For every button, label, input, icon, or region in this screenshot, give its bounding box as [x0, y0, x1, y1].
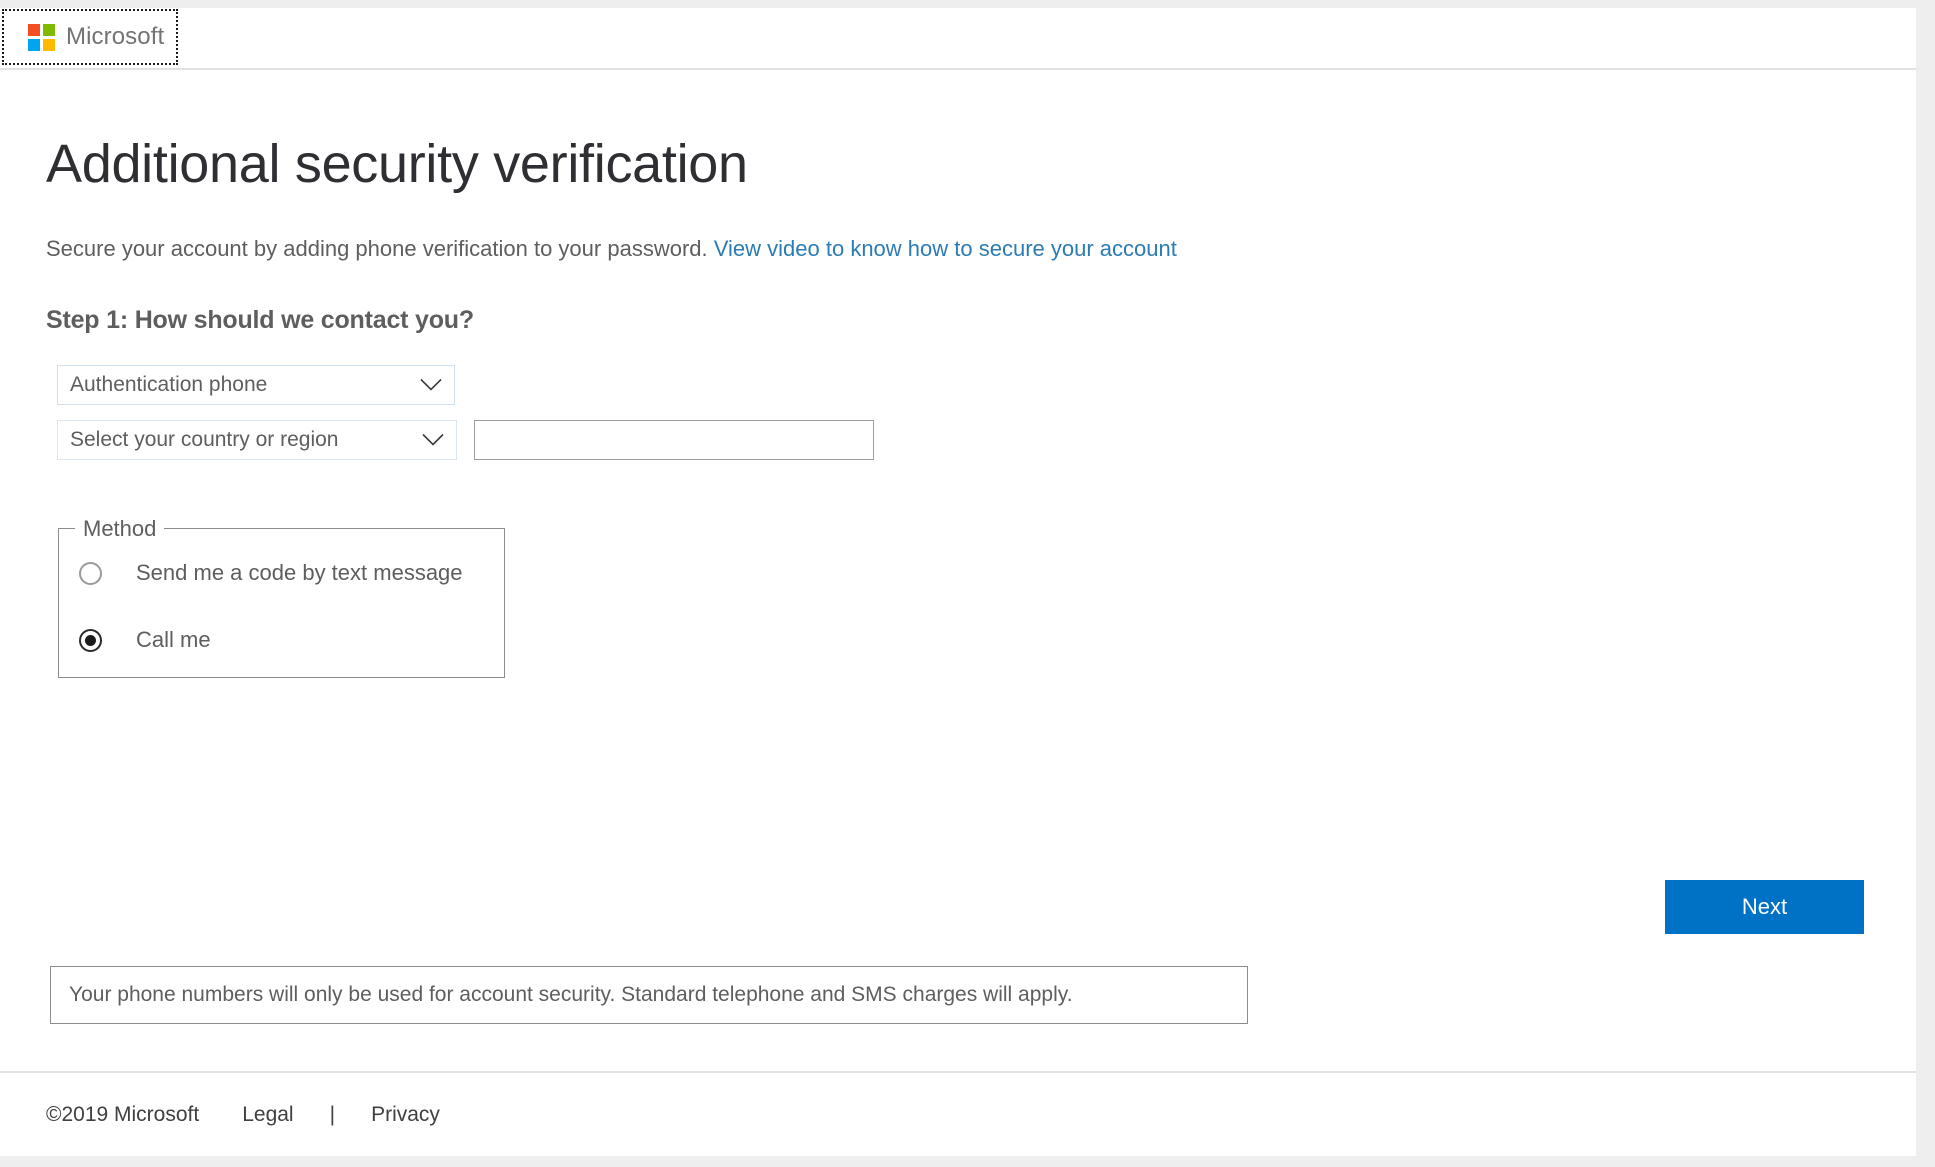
- contact-method-select[interactable]: Authentication phone: [57, 364, 455, 405]
- brand-name: Microsoft: [66, 23, 165, 50]
- method-fieldset: Method Send me a code by text message Ca…: [58, 515, 505, 678]
- radio-icon-unselected[interactable]: [79, 561, 102, 585]
- logo-square-green: [43, 23, 55, 36]
- main-content: Additional security verification Secure …: [0, 70, 1916, 1081]
- radio-label-text-message: Send me a code by text message: [136, 560, 463, 586]
- legal-link[interactable]: Legal: [242, 1103, 293, 1127]
- contact-method-value: Authentication phone: [70, 372, 268, 396]
- site-header: Microsoft: [0, 8, 1916, 70]
- copyright-text: ©2019 Microsoft: [46, 1102, 200, 1126]
- logo-square-blue: [28, 38, 40, 51]
- chevron-down-icon: [422, 433, 444, 446]
- microsoft-logo-icon: [28, 23, 55, 51]
- phone-number-input[interactable]: [474, 419, 874, 460]
- disclaimer-box: Your phone numbers will only be used for…: [50, 966, 1248, 1024]
- logo-square-orange: [28, 23, 40, 36]
- phone-entry-row: Select your country or region: [46, 419, 1916, 460]
- subtitle: Secure your account by adding phone veri…: [46, 193, 1916, 262]
- microsoft-logo-link[interactable]: Microsoft: [2, 9, 178, 65]
- view-video-link[interactable]: View video to know how to secure your ac…: [714, 236, 1177, 261]
- page-title: Additional security verification: [46, 134, 748, 194]
- subtitle-text: Secure your account by adding phone veri…: [46, 235, 708, 261]
- footer-separator: |: [329, 1102, 336, 1126]
- radio-label-call-me: Call me: [136, 627, 211, 653]
- method-legend: Method: [83, 515, 157, 541]
- contact-method-row: Authentication phone: [46, 364, 1916, 405]
- site-footer: ©2019 Microsoft Legal | Privacy: [0, 1071, 1916, 1156]
- logo-square-yellow: [43, 38, 55, 51]
- disclaimer-text: Your phone numbers will only be used for…: [69, 983, 1073, 1006]
- radio-option-call-me[interactable]: Call me: [59, 617, 504, 664]
- radio-icon-selected[interactable]: [79, 628, 102, 652]
- next-button[interactable]: Next: [1665, 880, 1864, 934]
- step-heading: Step 1: How should we contact you?: [46, 305, 474, 334]
- country-region-value: Select your country or region: [70, 427, 339, 451]
- privacy-link[interactable]: Privacy: [371, 1103, 440, 1127]
- page-container: Microsoft Additional security verificati…: [0, 8, 1916, 1156]
- chevron-down-icon: [420, 378, 442, 391]
- radio-option-text-message[interactable]: Send me a code by text message: [59, 550, 504, 597]
- country-region-select[interactable]: Select your country or region: [57, 419, 457, 460]
- app-screen: Microsoft Additional security verificati…: [0, 0, 1935, 1167]
